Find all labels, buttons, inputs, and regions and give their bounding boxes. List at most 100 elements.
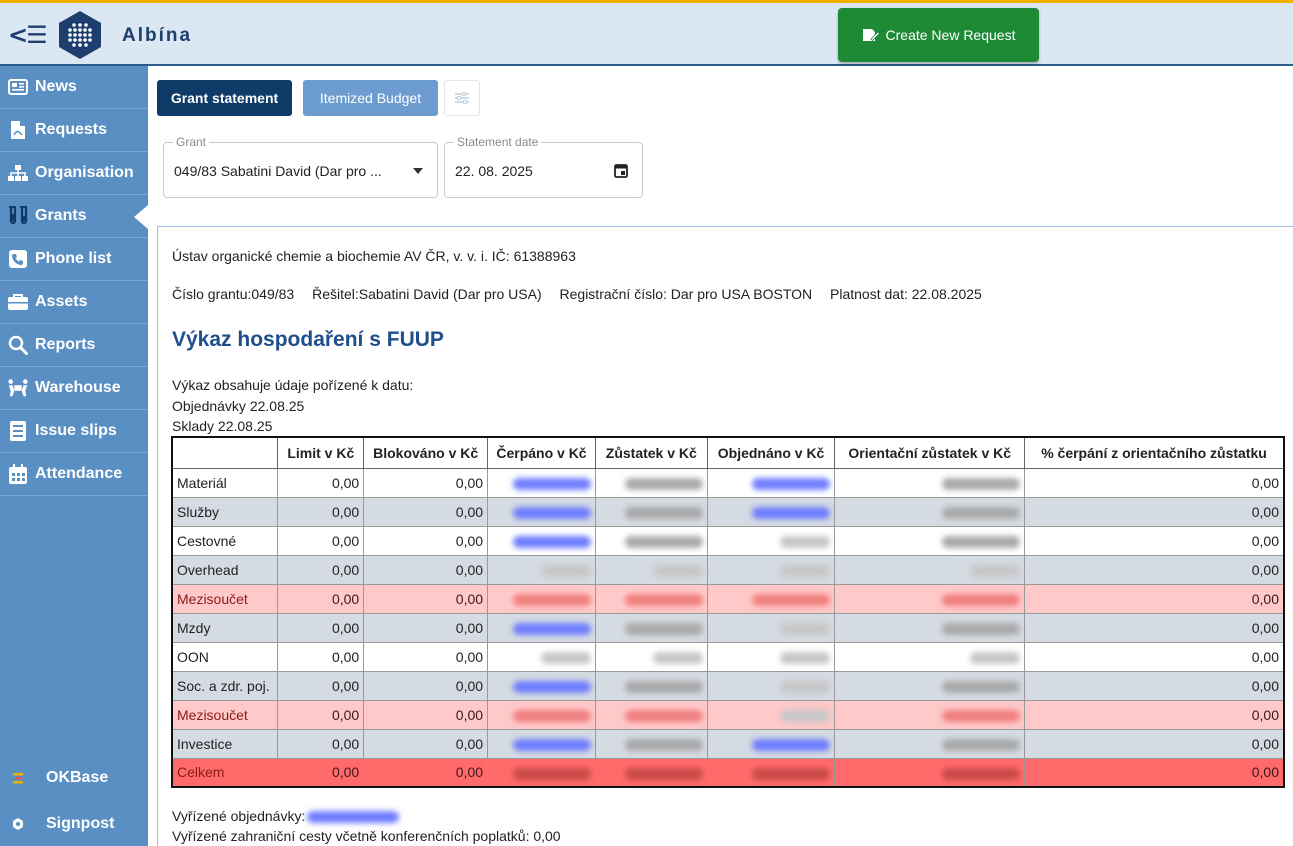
redacted-value [752,767,831,780]
data-validity: Platnost dat: 22.08.2025 [830,286,982,302]
redacted-value[interactable] [512,506,591,519]
table-cell [594,757,708,788]
report-title: Výkaz hospodaření s FUUP [172,328,444,351]
table-row: Mezisoučet 0,00 0,00 0,00 [171,699,1285,730]
table-cell [706,757,836,788]
table-cell: 0,00 [363,467,489,498]
table-cell: 0,00 [1024,496,1285,527]
table-cell: 0,00 [363,554,489,585]
calendar-icon[interactable] [614,163,628,178]
table-cell [834,496,1026,527]
create-new-request-button[interactable]: Create New Request [838,8,1039,62]
sidebar-item-label: Phone list [35,250,112,267]
table-cell: OON [171,641,279,672]
sidebar-item-phone-list[interactable]: Phone list [0,238,148,281]
sidebar-item-news[interactable]: News [0,66,148,109]
tab-grant-statement[interactable]: Grant statement [157,80,292,116]
sidebar-item-okbase[interactable]: OKBase [0,756,148,800]
redacted-value [780,709,831,722]
table-cell: 0,00 [1024,641,1285,672]
table-cell: 0,00 [363,583,489,614]
table-cell: Overhead [171,554,279,585]
redacted-value [624,506,703,519]
redacted-value[interactable] [512,477,591,490]
footer-orders-line: Vyřízené objednávky: [172,808,413,824]
table-cell: Materiál [171,467,279,498]
table-cell: 0,00 [1024,757,1285,788]
chevron-down-icon[interactable] [413,168,423,174]
sidebar-item-label: Issue slips [35,422,117,439]
table-cell [834,467,1026,498]
table-cell: 0,00 [277,612,365,643]
sidebar-item-grants[interactable]: Grants [0,195,148,238]
table-cell [594,496,708,527]
tab-itemized-budget[interactable]: Itemized Budget [303,80,438,116]
sidebar-item-attendance[interactable]: Attendance [0,453,148,496]
table-cell: 0,00 [1024,583,1285,614]
column-header [171,436,279,469]
redacted-value [624,709,703,722]
statement-date-field[interactable]: Statement date 22. 08. 2025 [444,135,643,198]
column-header: % čerpání z orientačního zůstatku [1024,436,1285,469]
redacted-value[interactable] [752,477,831,490]
table-cell: 0,00 [1024,525,1285,556]
redacted-value[interactable] [752,738,831,751]
table-cell [834,757,1026,788]
sidebar-item-requests[interactable]: Requests [0,109,148,152]
table-cell: 0,00 [363,612,489,643]
redacted-value [624,738,703,751]
signpost-icon [10,818,26,830]
sidebar-item-reports[interactable]: Reports [0,324,148,367]
redacted-value [512,767,591,780]
table-cell: Investice [171,728,279,759]
grant-select-value: 049/83 Sabatini David (Dar pro ... [174,163,382,179]
table-cell [706,670,836,701]
redacted-value[interactable] [512,738,591,751]
redacted-value [624,622,703,635]
table-cell [594,583,708,614]
table-cell [706,467,836,498]
list-icon [7,421,29,441]
sidebar-item-assets[interactable]: Assets [0,281,148,324]
sidebar-item-warehouse[interactable]: Warehouse [0,367,148,410]
calendar-icon [7,464,29,484]
grant-select[interactable]: Grant 049/83 Sabatini David (Dar pro ... [163,135,438,198]
table-cell: 0,00 [1024,728,1285,759]
sidebar-item-label: News [35,78,77,95]
table-cell [487,496,596,527]
redacted-value [540,651,591,664]
table-cell: 0,00 [277,583,365,614]
redacted-value [624,593,703,606]
table-cell: Mzdy [171,612,279,643]
sidebar-item-organisation[interactable]: Organisation [0,152,148,195]
footer-orders-label: Vyřízené objednávky: [172,808,306,824]
redacted-value [942,680,1021,693]
footer-trips-line: Vyřízené zahraniční cesty včetně konfere… [172,828,561,844]
albina-logo-icon[interactable] [54,9,106,61]
table-cell [834,670,1026,701]
redacted-value[interactable] [512,680,591,693]
sidebar-item-signpost[interactable]: Signpost [0,802,148,846]
sidebar-item-label: Organisation [35,164,134,181]
table-cell [834,641,1026,672]
redacted-value [780,680,831,693]
table-cell: Soc. a zdr. poj. [171,670,279,701]
orders-date: Objednávky 22.08.25 [172,398,305,414]
collapse-menu-icon[interactable]: <☰ [8,21,48,49]
sidebar-item-issue-slips[interactable]: Issue slips [0,410,148,453]
redacted-value[interactable] [512,622,591,635]
redacted-value[interactable] [512,535,591,548]
table-cell: 0,00 [1024,699,1285,730]
filter-settings-button[interactable] [444,80,480,116]
table-cell [594,525,708,556]
people-carry-icon [7,378,29,398]
redacted-value[interactable] [307,811,400,824]
table-row: Služby 0,00 0,00 0,00 [171,496,1285,527]
redacted-value[interactable] [752,506,831,519]
table-cell [706,525,836,556]
file-signature-icon [862,28,880,41]
table-cell [594,670,708,701]
table-cell: 0,00 [277,699,365,730]
redacted-value [942,709,1021,722]
column-header: Zůstatek v Kč [594,436,708,469]
